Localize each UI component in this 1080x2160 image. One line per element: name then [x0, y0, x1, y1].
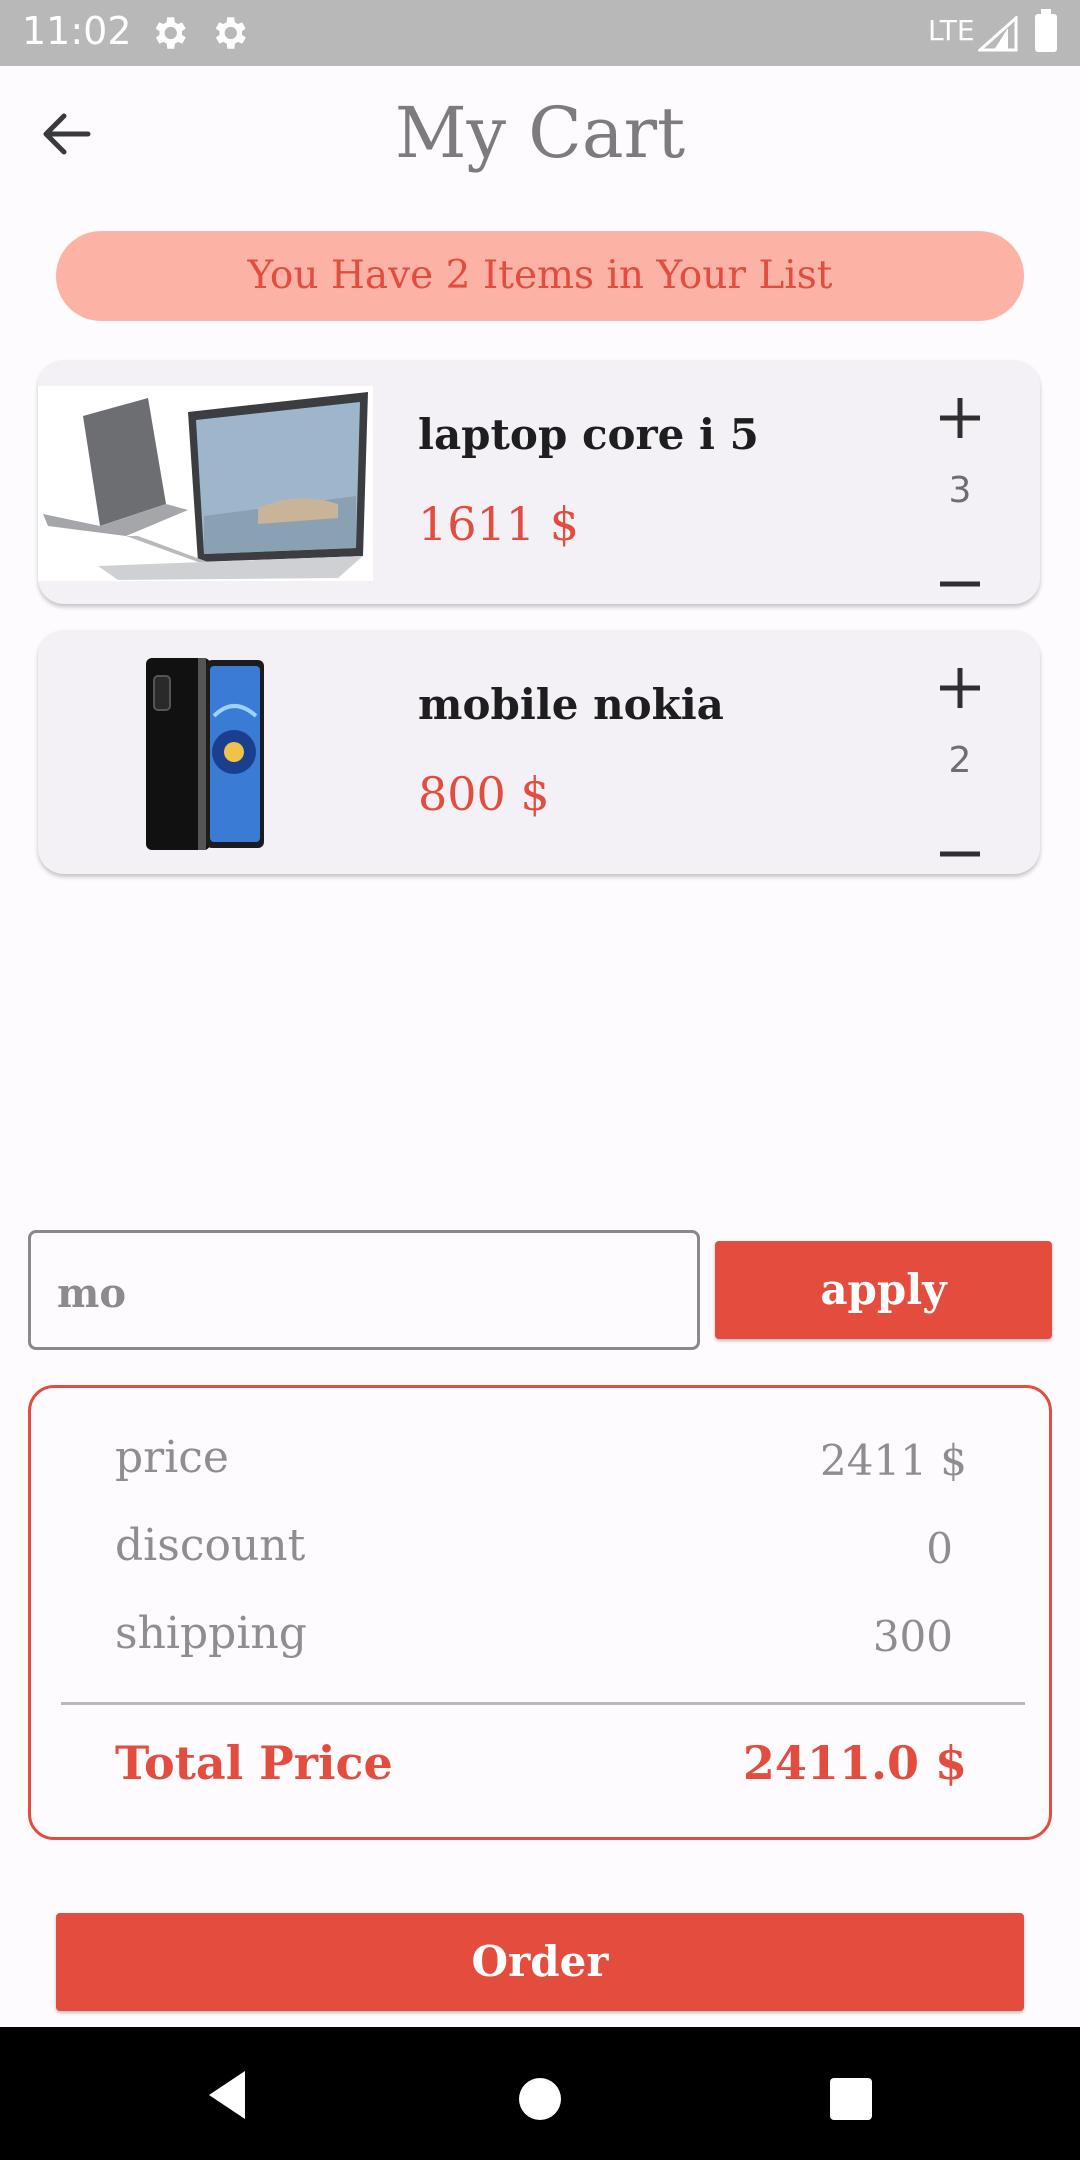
apply-button[interactable]: apply	[715, 1241, 1052, 1339]
phone-image	[38, 656, 373, 851]
nav-back-icon[interactable]	[205, 2067, 249, 2123]
order-button[interactable]: Order	[56, 1913, 1024, 2011]
system-nav-bar	[0, 2027, 1080, 2160]
plus-icon[interactable]	[930, 658, 990, 718]
item-name: mobile nokia	[418, 680, 724, 729]
coupon-field[interactable]	[28, 1230, 700, 1350]
price-summary: price 2411 $ discount 0 shipping 300 Tot…	[28, 1385, 1052, 1840]
summary-divider	[61, 1702, 1025, 1705]
coupon-input[interactable]	[55, 1259, 679, 1327]
shipping-label: shipping	[115, 1608, 307, 1659]
network-type: LTE	[928, 14, 975, 47]
nav-home-icon[interactable]	[519, 2078, 561, 2120]
page-title: My Cart	[394, 92, 686, 174]
settings-gear-icon	[155, 17, 186, 49]
item-price: 1611 $	[418, 497, 579, 551]
status-bar: 11:02 LTE	[0, 0, 1080, 66]
plus-icon[interactable]	[930, 388, 990, 448]
minus-icon[interactable]	[930, 554, 990, 604]
laptop-image	[38, 386, 373, 581]
signal-icon	[978, 16, 1018, 52]
shipping-value: 300	[872, 1612, 953, 1661]
items-count-banner: You Have 2 Items in Your List	[56, 231, 1024, 321]
total-price-value: 2411.0 $	[742, 1736, 967, 1790]
discount-label: discount	[115, 1520, 306, 1571]
nav-recents-icon[interactable]	[830, 2078, 872, 2120]
status-time: 11:02	[22, 9, 132, 53]
minus-icon[interactable]	[930, 824, 990, 874]
price-label: price	[115, 1432, 229, 1483]
item-name: laptop core i 5	[418, 410, 759, 459]
item-price: 800 $	[418, 767, 550, 821]
price-value: 2411 $	[820, 1436, 967, 1485]
item-quantity: 2	[948, 740, 972, 781]
cart-item-card: mobile nokia 800 $ 2	[38, 630, 1040, 874]
total-price-label: Total Price	[115, 1736, 393, 1790]
cart-item-card: laptop core i 5 1611 $ 3	[38, 360, 1040, 604]
discount-value: 0	[926, 1524, 953, 1573]
battery-icon	[1035, 9, 1057, 52]
item-quantity: 3	[948, 470, 972, 511]
settings-gear-icon	[215, 17, 246, 49]
